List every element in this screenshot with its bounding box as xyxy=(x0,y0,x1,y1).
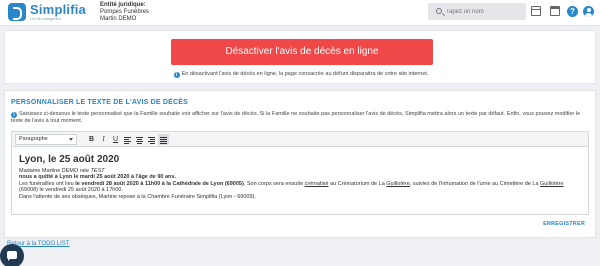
user-icon[interactable] xyxy=(583,6,594,17)
rich-text-editor[interactable]: Paragraphe B I U Lyon, le 25 août 2020 M… xyxy=(11,131,589,215)
search-input[interactable] xyxy=(446,6,522,17)
section-description: i Saisissez ci-dessous le texte personnal… xyxy=(11,111,589,125)
save-button[interactable]: ENREGISTRER xyxy=(543,221,585,227)
align-left-icon[interactable] xyxy=(122,134,133,145)
chevron-down-icon xyxy=(69,138,73,141)
entity-company: Pompes Funèbres xyxy=(100,9,150,15)
search-box[interactable] xyxy=(428,3,526,20)
entity-label: Entité juridique: xyxy=(100,2,146,8)
help-icon[interactable]: ? xyxy=(567,6,578,17)
align-center-icon[interactable] xyxy=(134,134,145,145)
simplifia-logo[interactable]: Simplifia Les Boulangeries xyxy=(8,3,86,21)
deactivate-obituary-button[interactable]: Désactiver l'avis de décès en ligne xyxy=(171,39,433,65)
search-icon xyxy=(436,8,442,14)
section-title: PERSONNALISER LE TEXTE DE L'AVIS DE DÉCÈ… xyxy=(11,99,188,106)
editor-toolbar: Paragraphe B I U xyxy=(12,132,588,147)
editor-content[interactable]: Lyon, le 25 août 2020 Madame Martine DEM… xyxy=(19,154,585,200)
italic-button[interactable]: I xyxy=(98,134,109,145)
description-text: Saisissez ci-dessous le texte personnali… xyxy=(11,111,581,124)
underline-button[interactable]: U xyxy=(110,134,121,145)
format-select-value: Paragraphe xyxy=(19,136,48,142)
deactivate-card: Désactiver l'avis de décès en ligne i En … xyxy=(4,30,596,84)
format-select[interactable]: Paragraphe xyxy=(15,134,77,145)
customize-card: PERSONNALISER LE TEXTE DE L'AVIS DE DÉCÈ… xyxy=(4,90,596,238)
bold-button[interactable]: B xyxy=(86,134,97,145)
legal-entity-info: Entité juridique: Pompes Funèbres Martin… xyxy=(100,2,149,23)
obituary-heading: Lyon, le 25 août 2020 xyxy=(19,154,120,165)
align-right-icon[interactable] xyxy=(146,134,157,145)
align-justify-icon[interactable] xyxy=(158,134,169,145)
deactivate-note: i En désactivant l'avis de décès en ligne… xyxy=(5,71,597,78)
entity-user: Martin DEMO xyxy=(100,16,137,22)
calendar-icon[interactable] xyxy=(531,6,541,16)
logo-name: Simplifia xyxy=(30,1,86,17)
logo-mark-icon xyxy=(8,3,26,21)
chat-bubble-icon[interactable] xyxy=(0,244,24,266)
top-header: Simplifia Les Boulangeries Entité juridi… xyxy=(0,0,600,26)
store-icon[interactable] xyxy=(550,6,560,16)
deactivate-note-text: En désactivant l'avis de décès en ligne,… xyxy=(181,71,429,77)
content-line-5: Dans l'attente de ses obsèques, Martine … xyxy=(19,193,256,200)
info-icon: i xyxy=(173,72,180,78)
